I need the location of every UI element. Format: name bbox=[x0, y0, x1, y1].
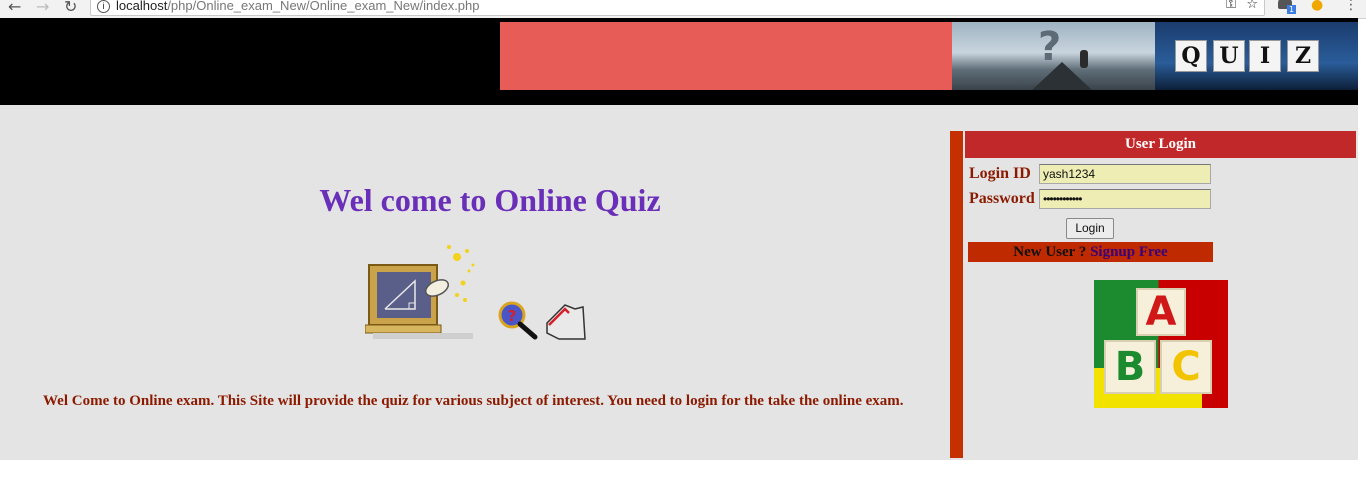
signup-bar: New User ? Signup Free bbox=[968, 242, 1213, 262]
quiz-cube-q: Q bbox=[1175, 40, 1207, 72]
browser-toolbar: ← → ↻ i localhost/php/Online_exam_New/Onl… bbox=[0, 0, 1366, 19]
login-id-label: Login ID bbox=[969, 165, 1031, 182]
chalkboard-icon bbox=[365, 264, 473, 339]
header-red-band bbox=[500, 22, 952, 90]
info-icon[interactable]: i bbox=[97, 0, 110, 14]
quiz-cube-u: U bbox=[1213, 40, 1245, 72]
svg-text:?: ? bbox=[508, 307, 517, 325]
site-header: ? Q U I Z bbox=[0, 18, 1358, 105]
block-b: B bbox=[1104, 340, 1156, 394]
quiz-cube-i: I bbox=[1249, 40, 1281, 72]
welcome-title: Wel come to Online Quiz bbox=[319, 182, 661, 218]
new-user-text: New User ? bbox=[1013, 244, 1087, 260]
bulb-extension-icon[interactable]: ● bbox=[1311, 0, 1323, 13]
extension-icon[interactable]: 1 bbox=[1278, 0, 1297, 14]
password-input[interactable]: •••••••••••• bbox=[1039, 189, 1211, 209]
user-login-heading: User Login bbox=[965, 131, 1356, 158]
key-icon[interactable]: ⚿ bbox=[1226, 0, 1236, 13]
main-content: Wel come to Online Quiz ? Wel Come to On… bbox=[0, 105, 1358, 460]
reload-icon[interactable]: ↻ bbox=[64, 0, 77, 16]
address-bar[interactable]: i localhost/php/Online_exam_New/Online_ex… bbox=[90, 0, 1265, 16]
abc-blocks-image: A B C bbox=[1094, 280, 1228, 408]
block-a: A bbox=[1136, 288, 1186, 336]
back-arrow-icon[interactable]: ← bbox=[8, 0, 21, 16]
quiz-cubes-banner-image: Q U I Z bbox=[1155, 22, 1358, 90]
signup-link[interactable]: Signup Free bbox=[1090, 244, 1168, 260]
login-id-input[interactable] bbox=[1039, 164, 1211, 184]
thumbs-down-icon bbox=[546, 304, 586, 340]
password-label: Password bbox=[969, 190, 1035, 207]
bookmark-star-icon[interactable]: ☆ bbox=[1246, 0, 1258, 13]
url-host: localhost bbox=[116, 0, 168, 13]
question-mark-glyph: ? bbox=[1038, 24, 1062, 70]
person-figure bbox=[1080, 50, 1088, 68]
quiz-cube-z: Z bbox=[1287, 40, 1319, 72]
forward-arrow-icon[interactable]: → bbox=[36, 0, 49, 16]
sidebar-accent-bar bbox=[950, 131, 963, 458]
url-path: /php/Online_exam_New/Online_exam_New/ind… bbox=[167, 0, 480, 13]
block-c: C bbox=[1160, 340, 1212, 394]
quiz-illustration: ? bbox=[365, 245, 586, 340]
sparkle-icon bbox=[447, 245, 475, 302]
road-question-banner-image: ? bbox=[952, 22, 1155, 90]
intro-text: Wel Come to Online exam. This Site will … bbox=[43, 393, 904, 409]
login-button[interactable]: Login bbox=[1066, 218, 1114, 239]
extension-badge: 1 bbox=[1287, 5, 1297, 14]
magnifier-question-icon: ? bbox=[498, 301, 538, 340]
browser-menu-icon[interactable]: ⋮ bbox=[1344, 0, 1358, 13]
